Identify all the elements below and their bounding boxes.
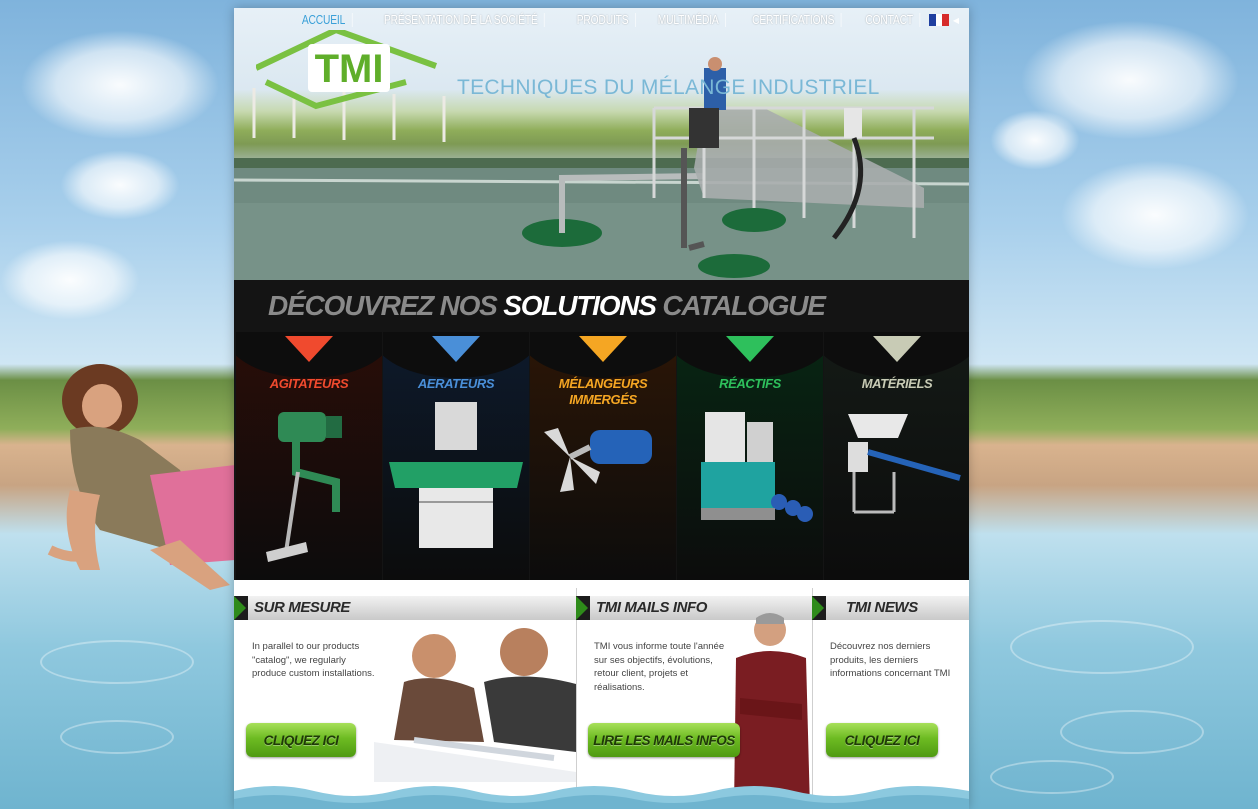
french-flag-icon[interactable] [928,14,949,26]
triangle-icon [432,336,480,362]
agitator-product [266,412,342,562]
panel-text: TMI vous informe toute l'année sur ses o… [594,641,725,693]
nav-multimedia[interactable]: MULTIMÉDIA [652,13,727,27]
triangle-icon [726,336,774,362]
play-arrow-icon [812,596,824,620]
hero-banner: ACCUEIL PRÉSENTATION DE LA SOCIÉTÉ PRODU… [234,8,969,280]
tmi-logo[interactable]: TMI [254,26,446,110]
nav-produits[interactable]: PRODUITS [571,13,637,27]
lire-mails-button[interactable]: LIRE LES MAILS INFOS [588,723,740,757]
site-frame: ACCUEIL PRÉSENTATION DE LA SOCIÉTÉ PRODU… [234,8,969,809]
category-label: RÉACTIFS [719,376,781,391]
category-aerateurs[interactable]: AERATEURS [383,332,529,580]
button-label: CLIQUEZ ICI [263,732,339,748]
category-label: AERATEURS [417,376,495,391]
panel-text: In parallel to our products "catalog", w… [252,641,375,679]
girl-photo [47,364,235,590]
solutions-title-bold: SOLUTIONS [503,290,657,321]
triangle-icon [285,336,333,362]
panel-title: TMI MAILS INFO [596,599,708,616]
category-label: MATÉRIELS [861,376,933,391]
language-arrow-icon[interactable]: ◀ [953,16,959,25]
category-label: AGITATEURS [269,376,349,391]
panel-header: SUR MESURE [234,596,576,620]
category-agitateurs[interactable]: AGITATEURS [236,332,382,580]
submerged-mixer-product [544,428,652,492]
category-melangeurs-immerges[interactable]: MÉLANGEURS IMMERGÉS [530,332,676,580]
sur-mesure-button[interactable]: CLIQUEZ ICI [246,723,356,757]
triangle-icon [873,336,921,362]
play-arrow-icon [234,596,246,620]
solutions-title-post: CATALOGUE [655,290,826,321]
button-label: CLIQUEZ ICI [844,732,920,748]
logo-graphic: TMI [254,26,438,110]
nav-presentation[interactable]: PRÉSENTATION DE LA SOCIÉTÉ [377,13,545,27]
play-arrow-icon [576,596,588,620]
panel-title: SUR MESURE [254,599,351,616]
solutions-catalog: DÉCOUVREZ NOS SOLUTIONS CATALOGUE AGITAT… [234,280,969,580]
triangle-icon [579,336,627,362]
nav-accueil[interactable]: ACCUEIL [295,13,353,27]
tmi-news-button[interactable]: CLIQUEZ ICI [826,723,938,757]
nav-certifications[interactable]: CERTIFICATIONS [745,13,842,27]
category-reactifs[interactable]: RÉACTIFS [677,332,823,580]
main-nav: ACCUEIL PRÉSENTATION DE LA SOCIÉTÉ PRODU… [289,10,959,30]
water-wave-footer [234,786,969,809]
button-label: LIRE LES MAILS INFOS [593,732,735,748]
panel-text: Découvrez nos derniers produits, les der… [830,641,951,679]
solutions-title: DÉCOUVREZ NOS SOLUTIONS CATALOGUE [268,290,826,322]
aerator-product [389,402,523,548]
logo-text: TMI [315,47,384,91]
panel-header: TMI NEWS [812,596,969,620]
panel-title: TMI NEWS [846,599,918,616]
bottom-panels: SUR MESURE In parallel to our products "… [234,588,969,809]
equipment-product [848,414,961,514]
nav-contact[interactable]: CONTACT [859,13,921,27]
reagent-unit-product [701,412,813,522]
solutions-title-pre: DÉCOUVREZ NOS [268,290,504,321]
category-materiels[interactable]: MATÉRIELS [824,332,969,580]
engineers-photo [374,622,576,782]
tagline: TECHNIQUES DU MÉLANGE INDUSTRIEL [457,76,880,99]
